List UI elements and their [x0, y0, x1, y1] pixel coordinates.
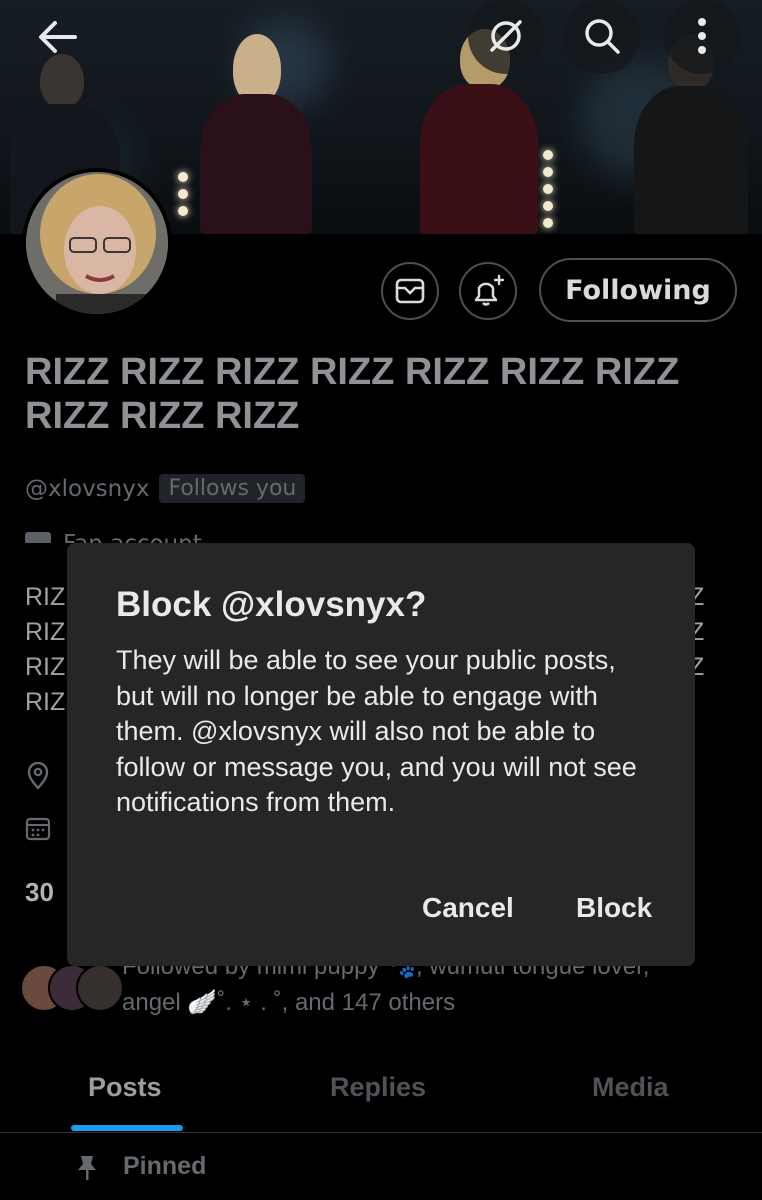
- calendar-icon: [25, 817, 51, 841]
- category-row: Fan account: [25, 530, 255, 543]
- tabs-divider: [0, 1132, 762, 1133]
- category-label: Fan account: [63, 530, 202, 543]
- tab-replies[interactable]: Replies: [330, 1072, 426, 1103]
- location-icon: [27, 762, 49, 790]
- pin-icon: [78, 1156, 96, 1180]
- following-button[interactable]: Following: [539, 258, 737, 322]
- block-button[interactable]: Block: [576, 892, 652, 924]
- bell-plus-icon: [474, 274, 505, 306]
- avatar: [76, 964, 124, 1012]
- followers-you-know-avatars[interactable]: [20, 962, 124, 1012]
- bio-left: RIZ RIZ RIZ RIZ: [25, 583, 66, 716]
- follows-you-badge: Follows you: [159, 474, 306, 503]
- avatar[interactable]: [22, 168, 172, 318]
- message-button[interactable]: [381, 262, 439, 320]
- pinned-label: Pinned: [123, 1152, 207, 1180]
- more-button[interactable]: [664, 0, 740, 74]
- search-icon: [585, 19, 620, 54]
- tab-posts[interactable]: Posts: [88, 1072, 162, 1103]
- masks-icon: [25, 532, 51, 543]
- handle-row: @xlovsnyx Follows you: [25, 474, 306, 503]
- more-vertical-icon: [698, 18, 706, 54]
- cancel-button[interactable]: Cancel: [422, 892, 514, 924]
- handle: @xlovsnyx: [25, 475, 150, 502]
- tab-media[interactable]: Media: [592, 1072, 669, 1103]
- active-tab-indicator: [71, 1125, 183, 1131]
- display-name: RIZZ RIZZ RIZZ RIZZ RIZZ RIZZ RIZZ RIZZ …: [25, 351, 680, 437]
- notifications-button[interactable]: [459, 262, 517, 320]
- grok-button[interactable]: [468, 0, 544, 74]
- arrow-left-icon: [39, 21, 77, 53]
- dialog-body: They will be able to see your public pos…: [116, 645, 637, 817]
- following-count-fragment[interactable]: 30: [25, 877, 54, 908]
- dialog-title: Block @xlovsnyx?: [116, 585, 427, 624]
- envelope-icon: [395, 278, 425, 304]
- back-button[interactable]: [18, 0, 96, 74]
- bio-right: Z Z Z: [695, 583, 705, 681]
- slashed-circle-icon: [490, 20, 522, 52]
- search-button[interactable]: [564, 0, 640, 74]
